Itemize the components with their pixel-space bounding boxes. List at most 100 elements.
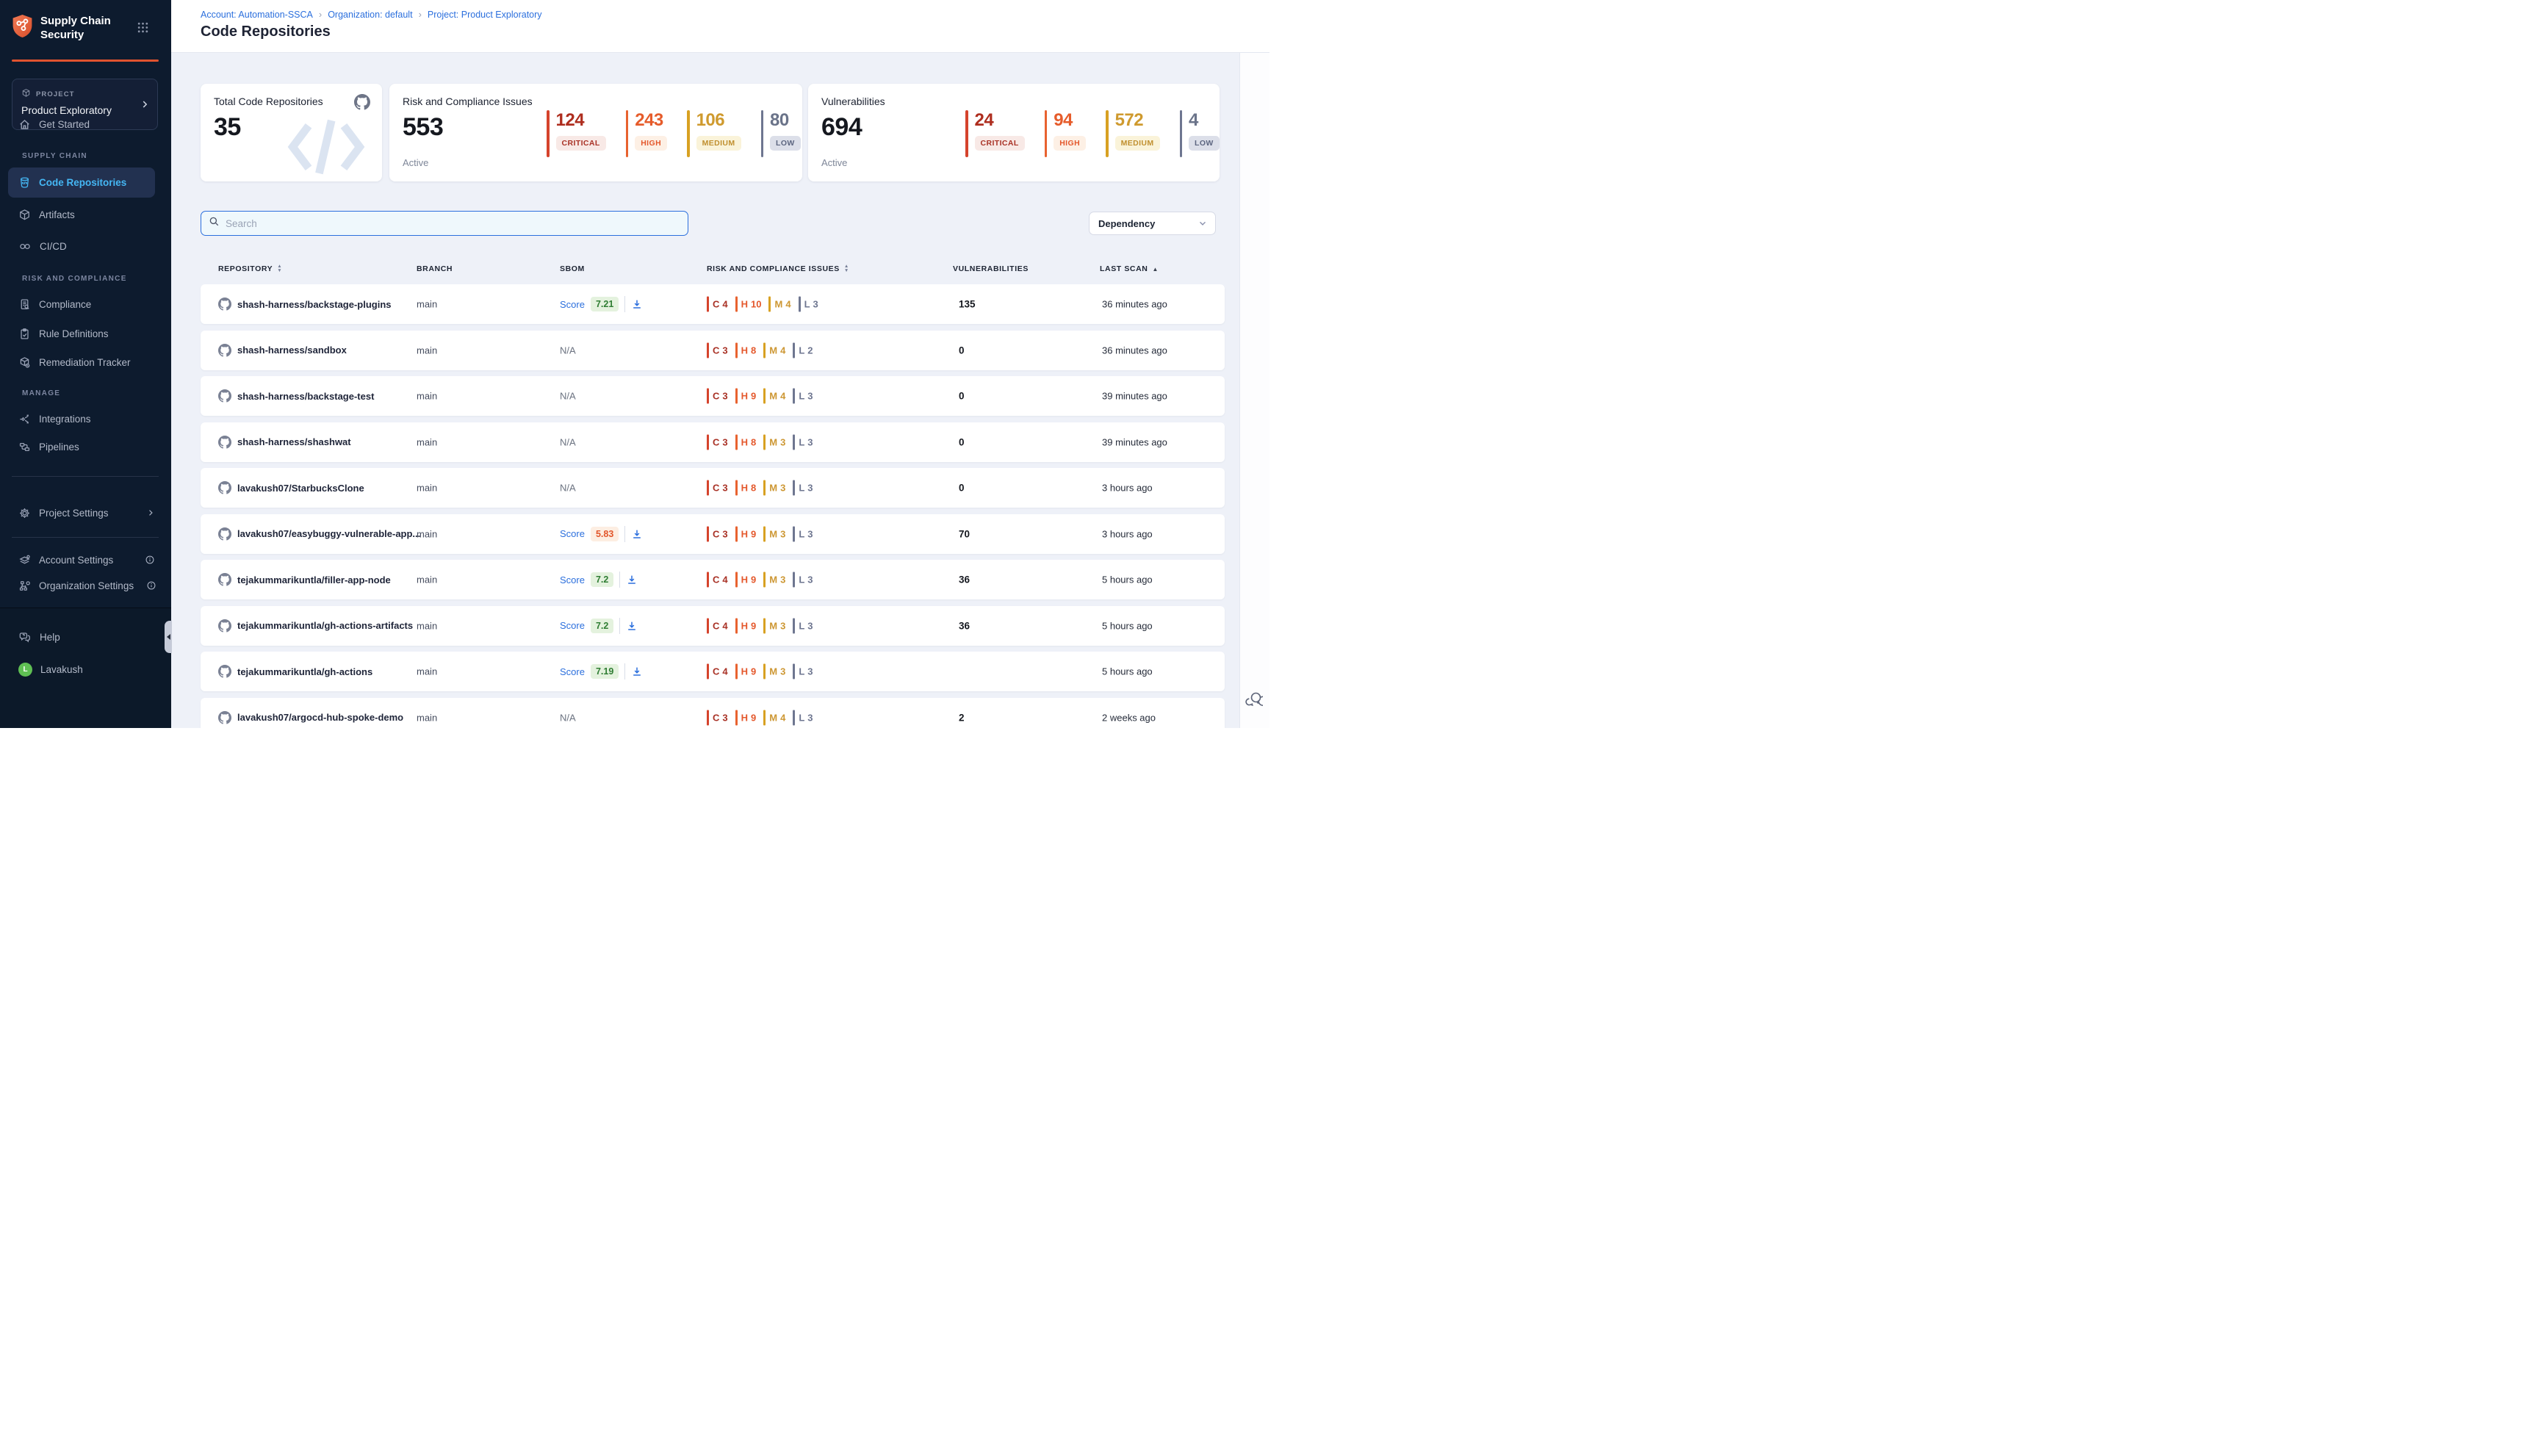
sbom-score-link[interactable]: Score [560,299,585,310]
table-row[interactable]: tejakummarikuntla/gh-actions main Score7… [201,652,1225,691]
user-menu[interactable]: L Lavakush [0,655,171,683]
sidebar-item-cicd[interactable]: CI/CD [0,232,171,260]
severity-low: 4 LOW [1180,110,1220,157]
info-icon[interactable] [145,555,155,565]
sidebar-item-remediation-tracker[interactable]: Remediation Tracker [0,348,171,376]
critical-count: 4 [722,574,727,585]
critical-count: 4 [722,620,727,631]
critical-bar [707,434,709,450]
table-row[interactable]: lavakush07/argocd-hub-spoke-demo main N/… [201,698,1225,729]
low-count: 3 [807,712,813,723]
critical-bar [707,710,709,725]
sidebar-collapse-handle[interactable] [165,621,172,653]
column-header-last-scan[interactable]: LAST SCAN ▲ [1100,264,1159,273]
issue-counts: C3 H9 M4 L3 [707,389,821,404]
sidebar-item-organization-settings[interactable]: Organization Settings [0,572,171,599]
sidebar-item-code-repositories[interactable]: Code Repositories [0,168,171,196]
collapse-arrow-icon [167,634,170,640]
download-sbom-icon[interactable] [626,574,638,585]
severity-badge: CRITICAL [975,136,1025,151]
column-header-vulnerabilities: VULNERABILITIES [953,264,1029,273]
sidebar-item-compliance[interactable]: Compliance [0,290,171,318]
table-row[interactable]: tejakummarikuntla/gh-actions-artifacts m… [201,606,1225,646]
critical-bar [707,526,709,541]
medium-count: 3 [780,436,785,447]
issue-counts: C4 H9 M3 L3 [707,664,821,680]
issue-counts: C3 H8 M4 L2 [707,342,821,358]
medium-bar [763,618,766,633]
table-row[interactable]: shash-harness/backstage-plugins main Sco… [201,284,1225,324]
download-sbom-icon[interactable] [626,620,638,632]
severity-count: 94 [1054,110,1073,130]
info-icon[interactable] [146,580,156,591]
breadcrumb-account-link[interactable]: Account: Automation-SSCA [201,10,313,20]
box-icon [18,209,31,221]
column-header-repository[interactable]: REPOSITORY ▲▼ [218,264,282,273]
sidebar-item-help[interactable]: Help [0,623,171,651]
search-input[interactable] [226,218,680,229]
table-row[interactable]: tejakummarikuntla/filler-app-node main S… [201,560,1225,599]
medium-bar [763,572,766,588]
code-watermark-icon [282,112,370,181]
medium-bar [768,297,771,312]
severity-low: 80 LOW [761,110,801,157]
support-chat-icon[interactable] [1245,691,1263,712]
dependency-filter-dropdown[interactable]: Dependency [1089,212,1216,235]
repo-name: shash-harness/backstage-test [237,391,374,402]
table-row[interactable]: shash-harness/shashwat main N/A C3 H8 M3… [201,422,1225,462]
severity-bar [687,110,690,157]
low-bar [793,572,795,588]
vulnerability-count: 0 [959,345,965,356]
sidebar-item-rule-definitions[interactable]: Rule Definitions [0,320,171,347]
breadcrumb-organization-link[interactable]: Organization: default [328,10,412,20]
sort-ascending-icon: ▲ [1152,266,1159,273]
column-header-risk-issues[interactable]: RISK AND COMPLIANCE ISSUES ▲▼ [707,264,849,273]
download-sbom-icon[interactable] [631,666,643,677]
right-rail [1239,53,1270,728]
severity-high: 243 HIGH [626,110,667,157]
module-switcher-icon[interactable] [137,21,149,37]
download-sbom-icon[interactable] [631,528,643,540]
issue-counts: C3 H8 M3 L3 [707,480,821,496]
severity-bar [965,110,968,157]
table-row[interactable]: lavakush07/easybuggy-vulnerable-app... m… [201,514,1225,554]
low-count: 3 [807,483,813,494]
branch-name: main [417,574,437,585]
sidebar-item-project-settings[interactable]: Project Settings [0,499,171,527]
table-row[interactable]: shash-harness/backstage-test main N/A C3… [201,376,1225,416]
high-bar [735,480,738,496]
layers-gear-icon [18,554,31,566]
vulnerability-count: 0 [959,436,965,447]
medium-count: 3 [780,620,785,631]
github-icon [218,344,231,357]
table-row[interactable]: shash-harness/sandbox main N/A C3 H8 M4 … [201,331,1225,370]
sbom-na: N/A [560,436,576,447]
repo-name: shash-harness/shashwat [237,436,351,447]
severity-high: 94 HIGH [1045,110,1086,157]
sidebar-item-account-settings[interactable]: Account Settings [0,546,171,574]
sidebar-item-get-started[interactable]: Get Started [0,110,171,138]
sbom-score-link[interactable]: Score [560,620,585,631]
low-count: 3 [807,620,813,631]
dependency-filter-value: Dependency [1098,218,1155,229]
sbom-score-link[interactable]: Score [560,666,585,677]
sidebar-item-pipelines[interactable]: Pipelines [0,433,171,461]
sbom-score-link[interactable]: Score [560,574,585,585]
sidebar-item-integrations[interactable]: Integrations [0,405,171,433]
critical-count: 3 [722,345,727,356]
vulnerabilities-value: 694 [821,113,862,142]
home-icon [18,118,31,131]
last-scan: 36 minutes ago [1102,345,1167,356]
sidebar-item-label: Remediation Tracker [39,357,131,368]
github-icon [218,481,231,494]
repo-name: lavakush07/argocd-hub-spoke-demo [237,712,403,723]
table-row[interactable]: lavakush07/StarbucksClone main N/A C3 H8… [201,468,1225,508]
sidebar-item-artifacts[interactable]: Artifacts [0,201,171,228]
breadcrumb-project-link[interactable]: Project: Product Exploratory [428,10,542,20]
medium-count: 4 [780,345,785,356]
severity-badge: HIGH [1054,136,1086,151]
sbom-score-link[interactable]: Score [560,528,585,539]
download-sbom-icon[interactable] [631,298,643,310]
high-count: 10 [751,299,761,310]
severity-count: 106 [696,110,725,130]
